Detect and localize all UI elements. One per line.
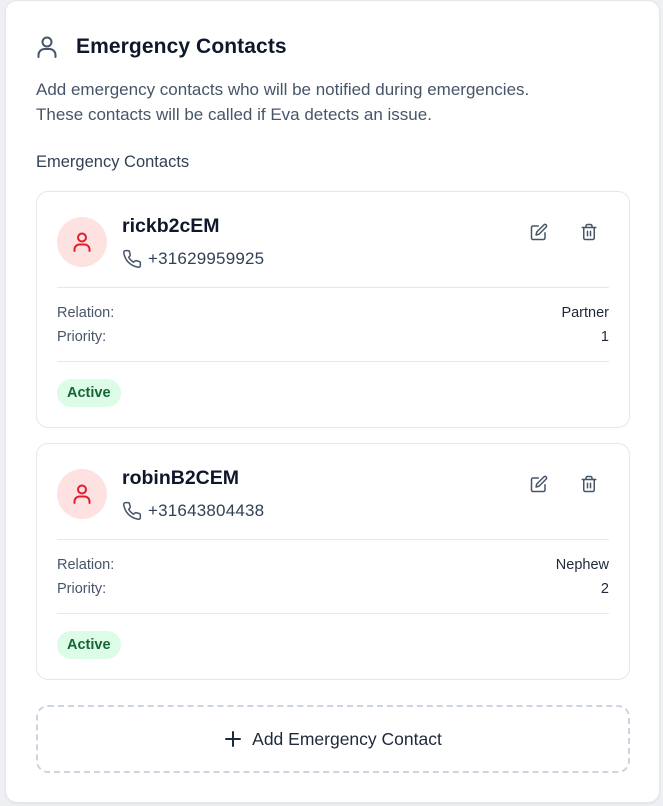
description: Add emergency contacts who will be notif… bbox=[36, 80, 530, 124]
plus-icon bbox=[225, 731, 242, 747]
delete-button[interactable] bbox=[579, 222, 599, 242]
divider bbox=[57, 361, 609, 362]
relation-row: Relation: Partner bbox=[57, 305, 609, 321]
relation-value: Partner bbox=[561, 305, 609, 321]
add-emergency-contact-button[interactable]: Add Emergency Contact bbox=[36, 705, 630, 773]
edit-button[interactable] bbox=[529, 474, 549, 494]
relation-value: Nephew bbox=[555, 557, 609, 573]
priority-row: Priority: 2 bbox=[57, 581, 609, 597]
edit-icon bbox=[530, 475, 548, 493]
priority-value: 2 bbox=[600, 581, 609, 597]
contact-card: rickb2cEM +31629959925 Relation: Partner… bbox=[36, 191, 630, 428]
section-label: Emergency Contacts bbox=[36, 153, 190, 171]
contact-phone: +31629959925 bbox=[122, 249, 264, 269]
avatar bbox=[57, 469, 107, 519]
relation-row: Relation: Nephew bbox=[57, 557, 609, 573]
user-icon bbox=[37, 36, 57, 58]
card-header: Emergency Contacts bbox=[36, 35, 287, 59]
page-title: Emergency Contacts bbox=[76, 35, 287, 58]
status-badge: Active bbox=[57, 379, 121, 407]
contact-name: robinB2CEM bbox=[122, 467, 239, 489]
edit-icon bbox=[530, 223, 548, 241]
trash-icon bbox=[581, 223, 597, 241]
priority-row: Priority: 1 bbox=[57, 329, 609, 345]
phone-icon bbox=[123, 249, 142, 268]
divider bbox=[57, 287, 609, 288]
user-icon bbox=[73, 484, 91, 504]
divider bbox=[57, 539, 609, 540]
delete-button[interactable] bbox=[579, 474, 599, 494]
contact-name: rickb2cEM bbox=[122, 215, 220, 237]
contact-phone: +31643804438 bbox=[122, 501, 264, 521]
emergency-contacts-card: Emergency Contacts Add emergency contact… bbox=[5, 0, 660, 803]
add-button-label: Add Emergency Contact bbox=[252, 728, 442, 749]
phone-icon bbox=[123, 501, 142, 520]
contact-card: robinB2CEM +31643804438 Relation: Nephew… bbox=[36, 443, 630, 680]
user-icon bbox=[73, 232, 91, 252]
edit-button[interactable] bbox=[529, 222, 549, 242]
trash-icon bbox=[581, 475, 597, 493]
status-badge: Active bbox=[57, 631, 121, 659]
priority-value: 1 bbox=[600, 329, 609, 345]
divider bbox=[57, 613, 609, 614]
avatar bbox=[57, 217, 107, 267]
